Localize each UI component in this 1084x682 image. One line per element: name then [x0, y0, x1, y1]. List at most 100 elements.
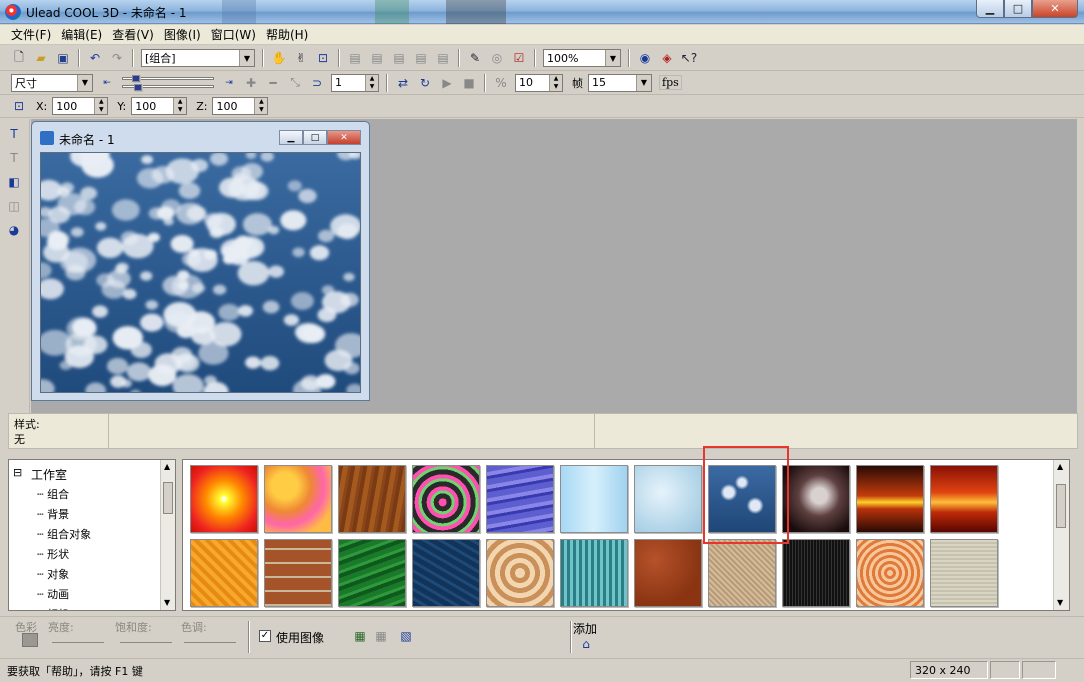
tree-item[interactable]: ┄ 动画: [37, 586, 69, 602]
first-key-icon[interactable]: ⇤: [98, 74, 116, 92]
align-right-icon[interactable]: ▤: [390, 49, 408, 67]
tree-scrollbar[interactable]: ▲ ▼: [160, 460, 175, 610]
spin-arrows-icon[interactable]: ▲ ▼: [549, 74, 562, 91]
tree-item[interactable]: ┄ 相机: [37, 606, 69, 610]
add-to-gallery-icon[interactable]: ⌂: [577, 635, 595, 653]
tree-scroll-thumb[interactable]: [163, 482, 173, 514]
document-title-bar[interactable]: 未命名 - 1 ▁ □ ✕: [32, 122, 369, 150]
loop-icon[interactable]: ⊃: [308, 74, 326, 92]
gallery-thumb[interactable]: [412, 539, 480, 607]
align-left-icon[interactable]: ▤: [346, 49, 364, 67]
saturation-slider[interactable]: [120, 637, 172, 643]
use-image-checkbox[interactable]: ✓: [259, 630, 271, 642]
scroll-down-icon[interactable]: ▼: [164, 598, 170, 607]
tree-item[interactable]: ┄ 形状: [37, 546, 69, 562]
brush-icon[interactable]: ✎: [466, 49, 484, 67]
spin-arrows-icon[interactable]: ▲ ▼: [365, 74, 378, 91]
maximize-button[interactable]: □: [1004, 0, 1032, 18]
tree-item[interactable]: ┄ 组合对象: [37, 526, 91, 542]
gallery-thumb[interactable]: [412, 465, 480, 533]
menu-file[interactable]: 文件(F): [6, 26, 56, 43]
gallery-thumb[interactable]: [486, 539, 554, 607]
frame-spinner[interactable]: 1 ▲ ▼: [331, 73, 379, 92]
gallery-thumb[interactable]: [338, 465, 406, 533]
gallery-thumb[interactable]: [264, 465, 332, 533]
fps-combo[interactable]: 15 ▼: [588, 73, 652, 92]
tree-root[interactable]: 工作室: [31, 466, 67, 483]
gallery-thumb[interactable]: [486, 465, 554, 533]
reverse-key-icon[interactable]: ⤡: [286, 74, 304, 92]
pingpong-icon[interactable]: ⇄: [394, 74, 412, 92]
tree-item[interactable]: ┄ 组合: [37, 486, 69, 502]
scroll-up-icon[interactable]: ▲: [164, 462, 170, 471]
globe-icon[interactable]: ◎: [488, 49, 506, 67]
gallery-scroll-thumb[interactable]: [1056, 484, 1066, 528]
gallery-thumb[interactable]: [930, 539, 998, 607]
gallery-thumb[interactable]: [930, 465, 998, 533]
gallery-thumb[interactable]: [190, 465, 258, 533]
scroll-down-icon[interactable]: ▼: [1057, 598, 1063, 607]
gallery-thumb[interactable]: [634, 465, 702, 533]
edit-graphic-icon[interactable]: ◫: [5, 197, 23, 215]
add-key-icon[interactable]: ✚: [242, 74, 260, 92]
stop-icon[interactable]: ■: [460, 74, 478, 92]
plugin-icon[interactable]: ◉: [636, 49, 654, 67]
tree-item[interactable]: ┄ 背景: [37, 506, 69, 522]
canvas-clouds-image[interactable]: [40, 152, 361, 393]
gallery-thumb[interactable]: [560, 539, 628, 607]
doc-minimize-button[interactable]: ▁: [279, 130, 303, 145]
scroll-up-icon[interactable]: ▲: [1057, 462, 1063, 471]
y-field[interactable]: 100 ▲ ▼: [131, 97, 188, 115]
gallery-thumb[interactable]: [782, 539, 850, 607]
timeline-slider[interactable]: [122, 74, 214, 92]
menu-window[interactable]: 窗口(W): [206, 26, 261, 43]
zoom-combo[interactable]: 100% ▼: [543, 49, 621, 67]
last-key-icon[interactable]: ⇥: [220, 74, 238, 92]
redo-icon[interactable]: ↷: [108, 49, 126, 67]
open-folder-icon[interactable]: ▰: [32, 49, 50, 67]
gallery-thumb[interactable]: [708, 539, 776, 607]
remove-key-icon[interactable]: ━: [264, 74, 282, 92]
menu-help[interactable]: 帮助(H): [261, 26, 313, 43]
size-combo[interactable]: 尺寸 ▼: [11, 73, 93, 92]
position-mode-icon[interactable]: ⊡: [10, 97, 28, 115]
x-field[interactable]: 100 ▲ ▼: [52, 97, 109, 115]
insert-graphic-icon[interactable]: ◧: [5, 173, 23, 191]
context-help-icon[interactable]: ↖?: [680, 49, 698, 67]
doc-close-button[interactable]: ✕: [327, 130, 361, 145]
insert-text-icon[interactable]: T: [5, 125, 23, 143]
gallery-thumb[interactable]: [338, 539, 406, 607]
rotate-hand-icon[interactable]: ✌: [292, 49, 310, 67]
image-export-icon[interactable]: ▧: [397, 627, 415, 645]
keyframe-thumb[interactable]: [134, 83, 142, 91]
insert-geometry-icon[interactable]: ◕: [5, 221, 23, 239]
play-icon[interactable]: ▶: [438, 74, 456, 92]
tree-item[interactable]: ┄ 对象: [37, 566, 69, 582]
document-window[interactable]: 未命名 - 1 ▁ □ ✕: [31, 121, 370, 401]
gallery-scrollbar[interactable]: ▲ ▼: [1053, 460, 1069, 610]
menu-edit[interactable]: 编辑(E): [56, 26, 107, 43]
new-file-icon[interactable]: 🗋: [10, 49, 28, 67]
save-icon[interactable]: ▣: [54, 49, 72, 67]
image-edit-icon[interactable]: ▦: [372, 627, 390, 645]
minimize-button[interactable]: ▁: [976, 0, 1004, 18]
effect-icon[interactable]: ◈: [658, 49, 676, 67]
hue-slider[interactable]: [184, 637, 236, 643]
timeline-thumb[interactable]: [132, 74, 140, 82]
gallery-thumb[interactable]: [634, 539, 702, 607]
align-bottom-icon[interactable]: ▤: [434, 49, 452, 67]
brightness-slider[interactable]: [52, 637, 104, 643]
gallery-thumb[interactable]: [560, 465, 628, 533]
hand-pan-icon[interactable]: ✋: [270, 49, 288, 67]
render-check-icon[interactable]: ☑: [510, 49, 528, 67]
align-top-icon[interactable]: ▤: [412, 49, 430, 67]
menu-view[interactable]: 查看(V): [107, 26, 159, 43]
object-combo[interactable]: [组合] ▼: [141, 49, 255, 67]
gallery-thumb[interactable]: [856, 539, 924, 607]
percent-icon[interactable]: %: [492, 74, 510, 92]
z-field[interactable]: 100 ▲ ▼: [212, 97, 269, 115]
doc-maximize-button[interactable]: □: [303, 130, 327, 145]
gallery-thumb[interactable]: [264, 539, 332, 607]
color-swatch[interactable]: [22, 633, 38, 647]
gallery-thumb[interactable]: [856, 465, 924, 533]
